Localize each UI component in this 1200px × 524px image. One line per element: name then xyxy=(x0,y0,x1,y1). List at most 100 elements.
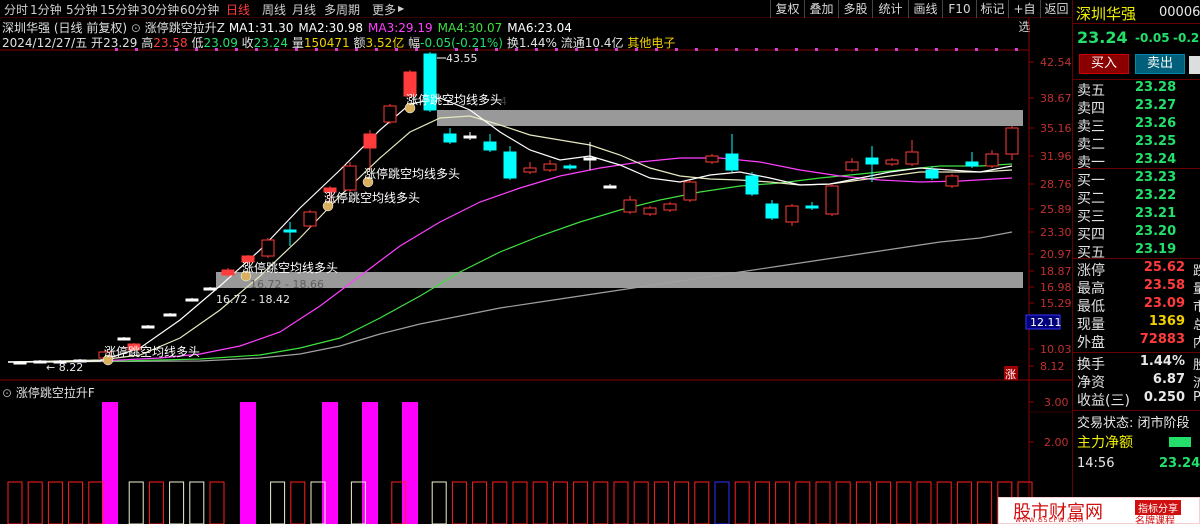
ask-row-1: 卖四 23.27 xyxy=(1073,98,1200,118)
candle-body-18 xyxy=(363,133,377,149)
bid-label: 买四 xyxy=(1077,227,1105,243)
candle-body-41 xyxy=(825,185,839,215)
sub-bar-36 xyxy=(734,481,750,524)
toolbar-button-6[interactable]: 标记 xyxy=(976,0,1008,18)
toolbar-button-1[interactable]: 叠加 xyxy=(804,0,838,18)
stat2-value: 1.44% xyxy=(1139,354,1185,369)
period-tab-7[interactable]: 周线 xyxy=(262,1,286,18)
toolbar-button-2[interactable]: 多股 xyxy=(838,0,872,18)
toolbar-button-8[interactable]: 返回 xyxy=(1040,0,1072,18)
period-tab-9[interactable]: 多周期 xyxy=(324,1,360,18)
stat2-value: 6.87 xyxy=(1152,372,1185,387)
panel-scroll-button[interactable] xyxy=(1189,56,1200,74)
candle-body-36 xyxy=(725,153,739,171)
candle-body-49 xyxy=(985,153,999,167)
stat-row-4: 外盘 72883 内 xyxy=(1073,332,1200,352)
marker-dot-13 xyxy=(395,48,398,51)
period-tab-3[interactable]: 15分钟 xyxy=(100,1,139,18)
candle-body-13 xyxy=(261,239,275,257)
bid-label: 买三 xyxy=(1077,209,1105,225)
candle-body-44 xyxy=(885,159,899,165)
toolbar-button-4[interactable]: 画线 xyxy=(908,0,942,18)
buy-button[interactable]: 买入 xyxy=(1079,54,1129,74)
net-flow-label: 主力净额 xyxy=(1077,435,1133,451)
sub-bar-1 xyxy=(27,481,43,524)
candle-body-34 xyxy=(683,181,697,201)
toolbar-button-7[interactable]: +自选 xyxy=(1008,0,1040,34)
period-tab-5[interactable]: 60分钟 xyxy=(180,1,219,18)
marker-dot-8 xyxy=(295,48,298,51)
price-row: 23.24 -0.05 -0.21 xyxy=(1073,26,1200,48)
sell-button[interactable]: 卖出 xyxy=(1135,54,1185,74)
ask-price: 23.25 xyxy=(1135,134,1177,149)
marker-dot-3 xyxy=(195,48,198,51)
period-tab-2[interactable]: 5分钟 xyxy=(66,1,98,18)
candle-body-11 xyxy=(221,269,235,276)
candle-body-8 xyxy=(163,313,177,317)
crosshair-price-label: 12.11 xyxy=(1030,316,1062,329)
zhang-badge-label: 涨 xyxy=(1005,368,1016,381)
ask-row-2: 卖三 23.26 xyxy=(1073,116,1200,136)
marker-dot-19 xyxy=(535,48,538,51)
panel-stock-code: 000062 xyxy=(1159,5,1200,20)
period-tab-4[interactable]: 30分钟 xyxy=(140,1,179,18)
candle-body-31 xyxy=(623,199,637,213)
marker-dot-43 xyxy=(1015,48,1018,51)
sub-bar-40 xyxy=(815,481,831,524)
more-arrow-icon[interactable]: ▶ xyxy=(398,4,404,13)
marker-dot-6 xyxy=(255,48,258,51)
stat-value: 25.62 xyxy=(1143,260,1185,275)
bid-price: 23.19 xyxy=(1135,242,1177,257)
stat2-row-1: 净资 6.87 流 xyxy=(1073,372,1200,392)
toolbar-button-0[interactable]: 复权 xyxy=(770,0,804,18)
status-divider xyxy=(1073,410,1200,411)
y-axis-label-4: 28.76 xyxy=(1040,178,1072,191)
bid-price: 23.21 xyxy=(1135,206,1177,221)
sub-indicator-icon[interactable]: ⊙ xyxy=(2,386,12,400)
net-flow-row: 主力净额 xyxy=(1073,432,1200,452)
signal-label-3: 涨停跳空均线多头 xyxy=(364,166,460,181)
sub-bar-6 xyxy=(128,481,144,524)
toolbar-button-3[interactable]: 统计 xyxy=(872,0,908,18)
stat-row-3: 现量 1369 总 xyxy=(1073,314,1200,334)
period-tab-8[interactable]: 月线 xyxy=(292,1,316,18)
sub-bar-35 xyxy=(714,481,730,524)
ask-price: 23.24 xyxy=(1135,152,1177,167)
sub-bar-22 xyxy=(451,481,467,524)
stat-tail: 量 xyxy=(1193,282,1200,297)
sub-bar-23 xyxy=(472,481,488,524)
sub-bar-27 xyxy=(552,481,568,524)
period-tab-10[interactable]: 更多 xyxy=(372,1,396,18)
toolbar-button-5[interactable]: F10 xyxy=(942,0,976,18)
period-tab-1[interactable]: 1分钟 xyxy=(30,1,62,18)
ma4-line xyxy=(7,163,1013,363)
stats2-divider xyxy=(1073,352,1200,353)
period-tab-6[interactable]: 日线 xyxy=(226,1,250,18)
ask-price: 23.26 xyxy=(1135,116,1177,131)
y-axis-label-7: 20.97 xyxy=(1040,248,1072,261)
sub-y-label-0: 3.00 xyxy=(1044,396,1069,409)
candle-body-6 xyxy=(117,337,131,341)
sub-bar-38 xyxy=(775,481,791,524)
sub-bar-10 xyxy=(209,481,225,524)
ask-label: 卖一 xyxy=(1077,155,1105,171)
sub-bar-28 xyxy=(573,481,589,524)
sub-bar-42 xyxy=(855,481,871,524)
stat2-value: 0.250 xyxy=(1143,390,1185,405)
bid-row-4: 买五 23.19 xyxy=(1073,242,1200,262)
candle-body-30 xyxy=(603,185,617,189)
y-axis-label-0: 42.54 xyxy=(1040,56,1072,69)
marker-dot-28 xyxy=(715,48,718,51)
signal-bar-1 xyxy=(240,402,256,524)
signal-label-0: 涨停跳空均线多头 xyxy=(104,344,200,359)
period-tab-0[interactable]: 分时 xyxy=(4,1,28,18)
kline-chart[interactable]: 42.54 38.67 35.16 31.96 28.76 25.89 23.30 20.97… xyxy=(0,18,1072,524)
sub-bar-2 xyxy=(47,481,63,524)
marker-dot-16 xyxy=(475,48,478,51)
sub-indicator-name[interactable]: 涨停跳空拉升F xyxy=(16,386,95,400)
bid-label: 买一 xyxy=(1077,173,1105,189)
candle-body-40 xyxy=(805,205,819,209)
y-axis-label-9: 16.98 xyxy=(1040,281,1072,294)
candle-body-43 xyxy=(865,157,879,165)
marker-dot-25 xyxy=(655,48,658,51)
